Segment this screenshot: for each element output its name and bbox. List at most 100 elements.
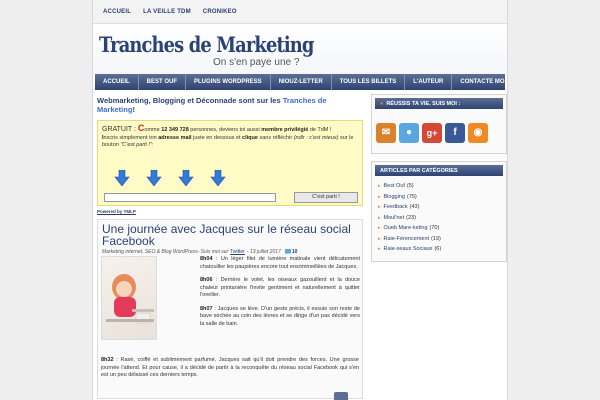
main-content: Webmarketing, Blogging et Déconnade sont… [97, 92, 363, 400]
rss-icon[interactable]: ◉ [468, 122, 488, 143]
category-item[interactable]: ▸ Best Ouf (5) [378, 181, 500, 192]
category-name[interactable]: Oueb Mare-keting [384, 223, 428, 234]
category-item[interactable]: ▸ Feedback (43) [378, 202, 500, 213]
topbar-link-accueil[interactable]: ACCUEIL [103, 9, 131, 15]
social-icons: ✉ ● g+ f ◉ [372, 112, 506, 153]
nl-t1: omme [144, 127, 162, 133]
comment-count[interactable]: 10 [284, 249, 298, 255]
post-categories[interactable]: Marketing internet, SEO & Blog WordPress [102, 249, 198, 255]
category-name[interactable]: Best Ouf [384, 181, 405, 192]
page-wrapper: ACCUEIL LA VEILLE TDM CRONIKEO Tranches … [92, 0, 508, 400]
bullet-icon: ▸ [378, 246, 381, 252]
bullet-icon: ▸ [378, 235, 381, 242]
post-meta: Marketing internet, SEO & Blog WordPress… [102, 249, 358, 255]
ndlr-text: (ndlr : c'est mieux) [293, 134, 339, 141]
comment-bubble-icon [284, 249, 291, 255]
category-item[interactable]: ▸ Oueb Mare-keting (70) [378, 223, 500, 234]
nl-t2: personnes, deviens toi aussi [188, 127, 262, 133]
privilege-text: membre privilégié [261, 127, 309, 133]
category-name[interactable]: Raie-seaux Sociaux [384, 244, 433, 255]
nav-item-niouz-letter[interactable]: NIOUZ-LETTER [271, 74, 332, 90]
categories-widget: ARTICLES PAR CATÉGORIES ▸ Best Ouf (5) ▸ Bl… [371, 161, 507, 262]
time-label: 8h04 [200, 256, 213, 262]
nav-item-contact[interactable]: CONTACTE MOI [452, 74, 507, 90]
category-name[interactable]: Blogging [384, 192, 405, 203]
down-arrow-icon [210, 170, 226, 186]
category-count: (5) [406, 183, 414, 189]
time-label: 8h32 [101, 357, 114, 363]
paragraph-text: : Rasé, coiffé et sublimement parfumé, J… [101, 357, 359, 378]
twitter-link[interactable]: Twitter [230, 249, 245, 255]
powered-by-link[interactable]: Powered by YMLP [97, 209, 363, 214]
post-card: Une journée avec Jacques sur le réseau s… [97, 219, 363, 400]
sidebar: ● RÉUSSIS TA VIE, SUIS MOI : ✉ ● g+ f ◉ A… [371, 94, 507, 269]
comment-count-value: 10 [291, 249, 298, 255]
bullet-icon: ▸ [378, 193, 381, 200]
social-title-text: RÉUSSIS TA VIE, SUIS MOI : [386, 100, 461, 107]
site-header: Tranches de Marketing On s'en paye une ? [93, 24, 507, 74]
intro-part1: Webmarketing, Blogging et Déconnade sont… [97, 96, 283, 105]
category-name[interactable]: Moul'net [384, 213, 405, 224]
categories-widget-title: ARTICLES PAR CATÉGORIES [375, 165, 503, 176]
nl-t4: nscris simplement ton [103, 134, 159, 141]
nav-item-tous-les-billets[interactable]: TOUS LES BILLETS [332, 74, 406, 90]
bullet-icon: ▸ [378, 225, 381, 231]
paragraph-text: : Derrière le volet, les oiseaux gazouil… [200, 277, 360, 298]
category-count: (6) [434, 246, 442, 252]
excerpt-paragraph-2: 8h06 : Derrière le volet, les oiseaux ga… [200, 277, 360, 300]
category-count: (43) [409, 204, 420, 210]
topbar-link-cronikeo[interactable]: CRONIKEO [203, 9, 237, 15]
post-date: - 13 juillet 2017 [246, 249, 281, 255]
site-tagline: On s'en paye une ? [213, 57, 300, 68]
newsletter-line2: Inscris simplement ton adresse mail just… [102, 135, 358, 150]
adresse-text: adresse mail [158, 134, 192, 141]
quote-text: "C'est parti !" [120, 142, 152, 148]
newsletter-submit-button[interactable]: C'est parti ! [294, 192, 358, 203]
bullet-icon: ▸ [378, 204, 381, 210]
time-label: 8h07 [200, 305, 213, 312]
category-item[interactable]: ▸ Moul'net (23) [378, 213, 500, 224]
topbar-link-veille[interactable]: LA VEILLE TDM [143, 9, 191, 15]
category-item[interactable]: ▸ Raie-seaux Sociaux (6) [378, 244, 500, 255]
down-arrow-icon [114, 170, 130, 186]
read-more-button[interactable] [334, 392, 348, 400]
bullet-icon: ▸ [378, 214, 381, 221]
category-name[interactable]: Raie-Férencement [384, 234, 430, 245]
post-thumbnail[interactable] [101, 256, 157, 340]
category-count: (23) [406, 214, 416, 221]
category-name[interactable]: Feedback [384, 202, 408, 213]
google-plus-icon[interactable]: g+ [422, 122, 442, 143]
facebook-icon[interactable]: f [445, 122, 465, 143]
nl-t5: juste en dessous et [191, 134, 243, 141]
category-list: ▸ Best Ouf (5) ▸ Blogging (75) ▸ Feedback (43)… [372, 179, 506, 261]
nav-item-auteur[interactable]: L'AUTEUR [405, 74, 453, 90]
newsletter-box: GRATUIT : Comme 12 349 728 personnes, de… [97, 120, 363, 206]
nl-t3: de TdM ! [308, 127, 332, 133]
subscriber-count: 12 349 728 [161, 127, 189, 133]
intro-text: Webmarketing, Blogging et Déconnade sont… [97, 96, 363, 114]
clique-text: clique [242, 134, 258, 141]
rss-email-icon[interactable]: ✉ [376, 122, 396, 143]
excerpt-paragraph-1: 8h04 : Un léger filet de lumière matinal… [200, 256, 360, 271]
twitter-bird-icon[interactable]: ● [399, 122, 419, 143]
top-bar: ACCUEIL LA VEILLE TDM CRONIKEO [93, 0, 507, 24]
category-item[interactable]: ▸ Raie-Férencement (19) [378, 234, 500, 245]
nav-item-accueil[interactable]: ACCUEIL [95, 74, 139, 90]
nav-item-plugins[interactable]: PLUGINS WORDPRESS [186, 74, 271, 90]
category-item[interactable]: ▸ Blogging (75) [378, 192, 500, 203]
social-widget-title: ● RÉUSSIS TA VIE, SUIS MOI : [375, 98, 503, 109]
post-title[interactable]: Une journée avec Jacques sur le réseau s… [102, 223, 358, 247]
nav-item-best-ouf[interactable]: BEST OUF [139, 74, 187, 90]
down-arrow-icon [178, 170, 194, 186]
arrow-row [114, 170, 242, 186]
bullet-icon: ▸ [378, 183, 381, 189]
nl-t6: sans réfléchir [257, 134, 294, 141]
post-meta-suis: - Suis moi sur [197, 249, 229, 255]
woman-at-desk-illustration [106, 274, 154, 324]
site-title[interactable]: Tranches de Marketing [99, 32, 314, 57]
intro-part2: ! [132, 105, 135, 114]
paragraph-text: : Un léger filet de lumière matinale vie… [200, 256, 360, 270]
newsletter-email-input[interactable] [104, 193, 276, 202]
time-label: 8h06 [200, 277, 213, 283]
nl-t8: : [151, 142, 154, 148]
